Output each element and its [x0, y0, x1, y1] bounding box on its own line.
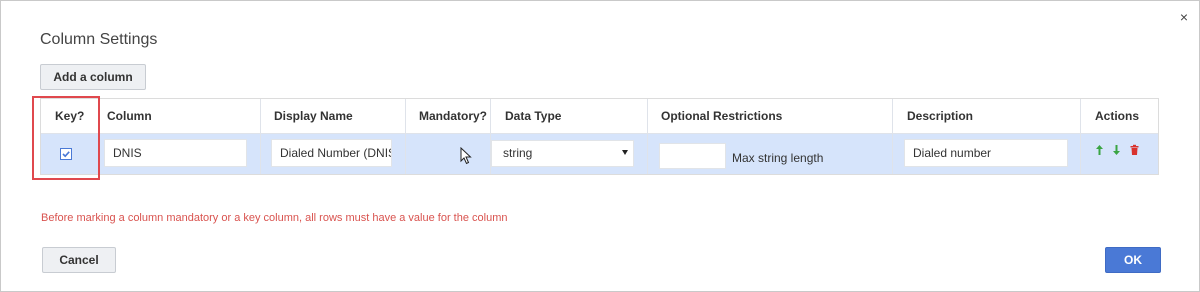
close-icon[interactable]: × — [1177, 10, 1191, 24]
max-length-label: Max string length — [732, 151, 824, 165]
data-type-select[interactable]: string — [491, 140, 634, 167]
arrow-up-icon[interactable] — [1094, 143, 1105, 155]
ok-button[interactable]: OK — [1105, 247, 1161, 273]
column-divider — [260, 99, 261, 174]
header-display-name: Display Name — [274, 109, 353, 123]
column-name-input[interactable]: DNIS — [104, 139, 247, 167]
trash-icon[interactable] — [1129, 143, 1140, 155]
arrow-down-icon[interactable] — [1111, 143, 1122, 155]
header-column: Column — [107, 109, 152, 123]
add-column-button[interactable]: Add a column — [40, 64, 146, 90]
chevron-down-icon — [622, 150, 628, 155]
mouse-cursor-icon — [460, 146, 472, 170]
header-actions: Actions — [1095, 109, 1140, 123]
column-divider — [647, 99, 648, 174]
data-type-value: string — [503, 146, 533, 160]
header-description: Description — [907, 109, 974, 123]
row-actions — [1094, 143, 1142, 157]
header-divider — [41, 133, 1158, 134]
column-divider — [405, 99, 406, 174]
cancel-button[interactable]: Cancel — [42, 247, 116, 273]
key-column-annotation — [32, 96, 100, 180]
max-length-input[interactable] — [659, 143, 726, 169]
validation-warning: Before marking a column mandatory or a k… — [41, 212, 508, 224]
header-optional-restrictions: Optional Restrictions — [661, 109, 783, 123]
header-mandatory: Mandatory? — [419, 109, 488, 123]
column-divider — [1080, 99, 1081, 174]
dialog-title: Column Settings — [40, 31, 158, 48]
header-data-type: Data Type — [505, 109, 562, 123]
description-input[interactable]: Dialed number — [904, 139, 1068, 167]
display-name-input[interactable]: Dialed Number (DNIS) — [271, 139, 392, 167]
column-divider — [892, 99, 893, 174]
